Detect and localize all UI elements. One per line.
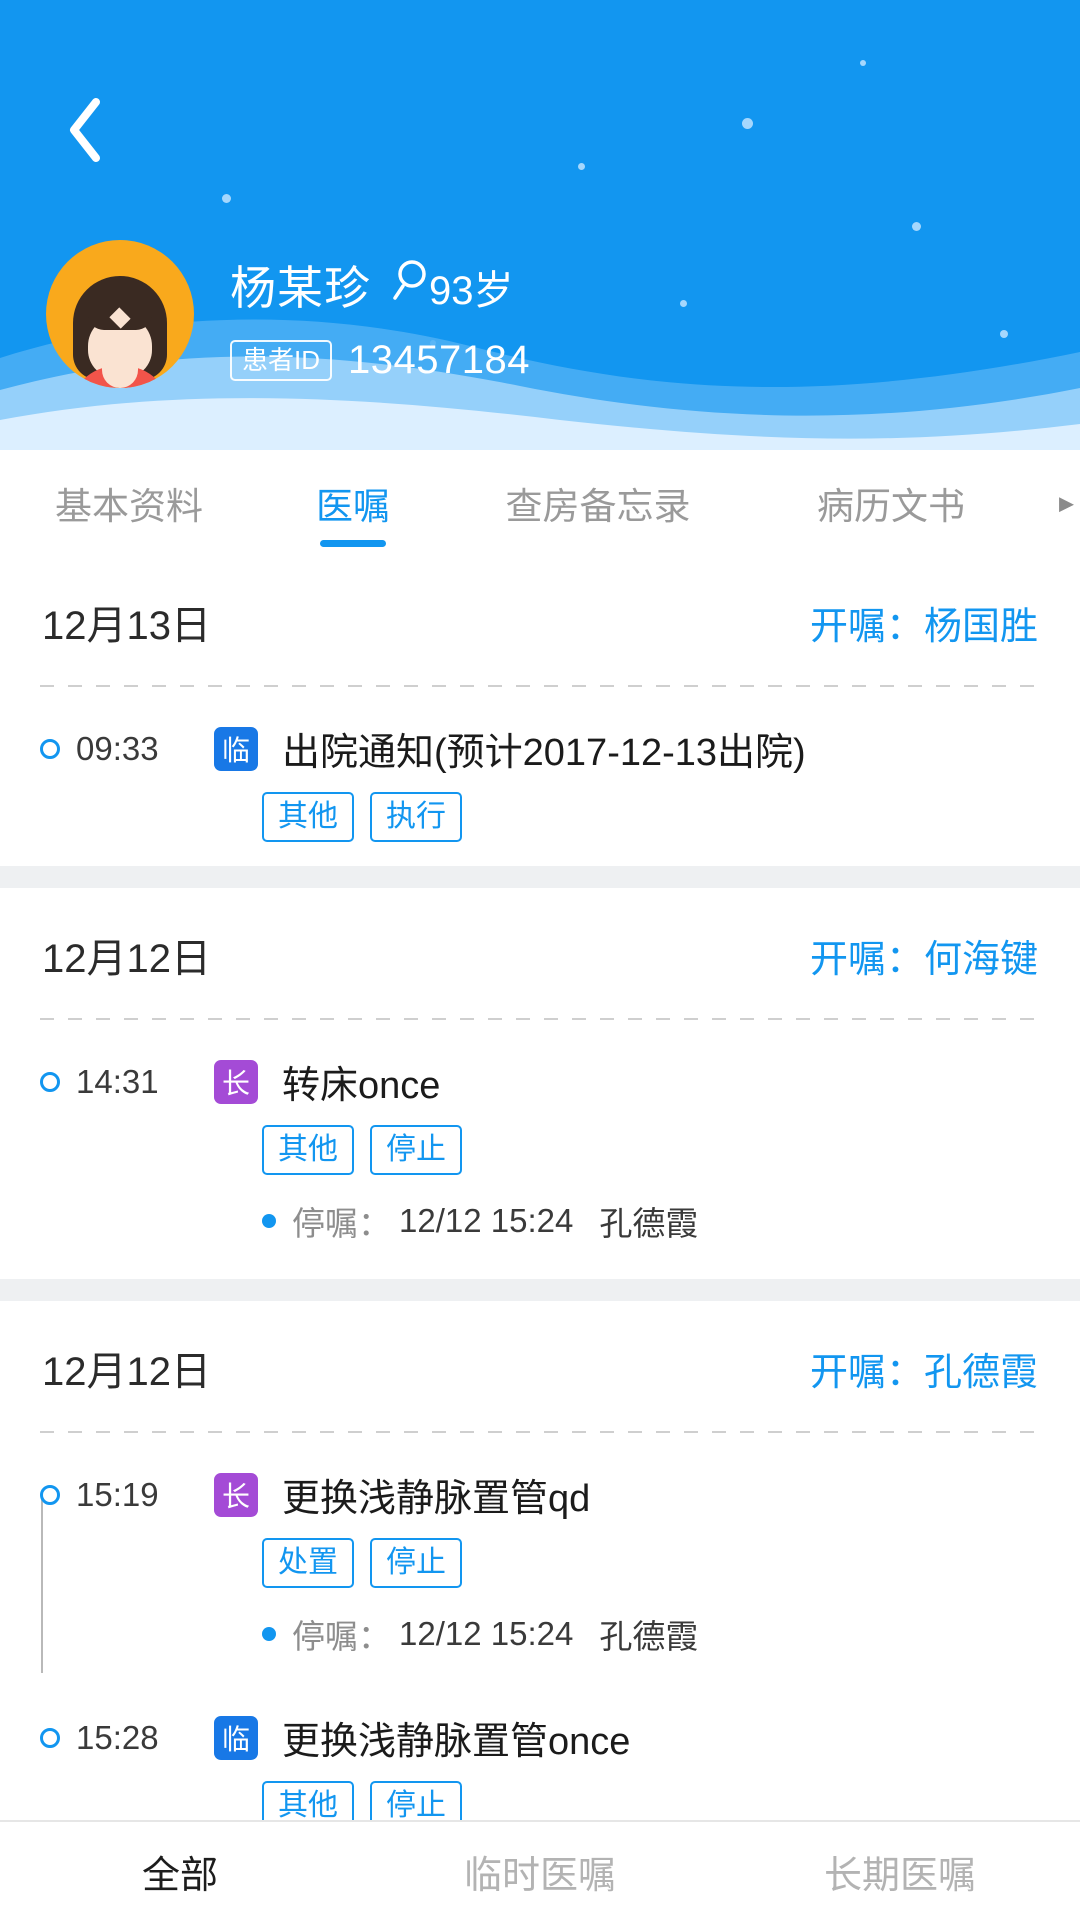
patient-id-chip-label: 患者ID	[230, 339, 333, 382]
timeline-dot-icon	[40, 738, 60, 759]
tabs-scroll-right-icon[interactable]: ▸	[1059, 485, 1074, 520]
patient-id-value: 13457184	[348, 338, 530, 382]
tab-label: 基本资料	[55, 485, 203, 527]
order-entry[interactable]: 14:31 长 转床once 其他 停止 停嘱： 12/12 15:24 孔德霞	[0, 1020, 1080, 1263]
stop-label: 停嘱：	[292, 1205, 391, 1242]
bullet-icon	[262, 1627, 276, 1641]
order-tag: 停止	[370, 1781, 462, 1820]
order-time: 09:33	[76, 729, 159, 767]
tab-medical-records[interactable]: 病历文书	[748, 450, 1034, 555]
tab-underline	[565, 540, 631, 547]
order-card: 12月13日 开嘱：杨国胜 09:33 临 出院通知(预计2017-12-13出…	[0, 555, 1080, 866]
patient-header: 杨某珍 93岁 患者ID 13457184	[0, 0, 1080, 450]
order-entry-main: 14:31 长 转床once	[40, 1054, 1040, 1109]
order-card-header: 12月12日 开嘱：何海键	[0, 888, 1080, 1018]
order-tags: 处置 停止	[262, 1538, 1040, 1588]
section-tabs[interactable]: 基本资料 医嘱 查房备忘录 病历文书 ▸	[0, 450, 1080, 555]
order-text: 转床once	[282, 1065, 441, 1107]
patient-id-line: 患者ID 13457184	[230, 338, 530, 383]
stop-datetime: 12/12 15:24	[399, 1202, 574, 1239]
order-card-date: 12月13日	[42, 604, 211, 648]
order-stop-info: 停嘱： 12/12 15:24 孔德霞	[262, 1197, 1040, 1245]
order-entry-main: 15:19 长 更换浅静脉置管qd	[40, 1467, 1040, 1522]
order-tag: 其他	[262, 1781, 354, 1820]
order-type-badge: 长	[214, 1059, 258, 1104]
filter-all[interactable]: 全部	[0, 1844, 360, 1899]
order-card-date: 12月12日	[42, 937, 211, 981]
order-entry[interactable]: 15:19 长 更换浅静脉置管qd 处置 停止 停嘱： 12/12 15:24 …	[0, 1433, 1080, 1676]
order-card-doctor-name: 何海键	[923, 938, 1038, 981]
order-stop-info: 停嘱： 12/12 15:24 孔德霞	[262, 1610, 1040, 1658]
order-tag: 停止	[370, 1538, 462, 1588]
stop-operator: 孔德霞	[599, 1618, 699, 1655]
order-card-doctor-name: 杨国胜	[923, 605, 1038, 648]
tab-underline	[96, 540, 162, 547]
filter-temporary-orders[interactable]: 临时医嘱	[360, 1844, 720, 1899]
order-entry-main: 09:33 临 出院通知(预计2017-12-13出院)	[40, 721, 1040, 776]
order-card: 12月12日 开嘱：何海键 14:31 长 转床once 其他 停止 停嘱： 1…	[0, 888, 1080, 1279]
order-type-badge: 长	[214, 1472, 258, 1517]
order-text: 更换浅静脉置管qd	[282, 1478, 591, 1520]
timeline-dot-icon	[40, 1071, 60, 1092]
patient-orders-screen: 杨某珍 93岁 患者ID 13457184 基本资料 医嘱 查房备忘录 病历文书…	[0, 0, 1080, 1920]
order-card-doctor-label: 开嘱：	[809, 938, 924, 981]
tab-label: 查房备忘录	[505, 485, 691, 527]
order-tag: 其他	[262, 1125, 354, 1175]
order-tags: 其他 停止	[262, 1125, 1040, 1175]
order-entry[interactable]: 15:28 临 更换浅静脉置管once 其他 停止 停嘱： 12/12 15:2…	[0, 1676, 1080, 1820]
patient-name: 杨某珍	[230, 262, 371, 314]
order-time: 15:19	[76, 1475, 159, 1513]
order-type-badge: 临	[214, 1715, 258, 1760]
order-card-doctor: 开嘱：杨国胜	[810, 595, 1038, 650]
tab-underline	[858, 540, 924, 547]
patient-summary: 杨某珍 93岁 患者ID 13457184	[46, 240, 530, 388]
order-card-doctor: 开嘱：孔德霞	[810, 1341, 1038, 1396]
stop-operator: 孔德霞	[599, 1205, 699, 1242]
female-symbol-icon	[393, 258, 427, 304]
order-card-date: 12月12日	[42, 1350, 211, 1394]
order-card-doctor: 开嘱：何海键	[810, 928, 1038, 983]
stop-datetime: 12/12 15:24	[399, 1615, 574, 1652]
order-text: 更换浅静脉置管once	[282, 1721, 631, 1763]
order-tag: 其他	[262, 792, 354, 842]
order-tag: 执行	[370, 792, 462, 842]
tab-label: 病历文书	[817, 485, 965, 527]
order-entries: 14:31 长 转床once 其他 停止 停嘱： 12/12 15:24 孔德霞	[0, 1020, 1080, 1269]
stop-label: 停嘱：	[292, 1618, 391, 1655]
patient-name-line: 杨某珍 93岁	[230, 252, 530, 318]
filter-long-term-orders[interactable]: 长期医嘱	[720, 1844, 1080, 1899]
order-tags: 其他 执行	[262, 792, 1040, 842]
order-card-doctor-label: 开嘱：	[809, 1351, 924, 1394]
patient-age: 93岁	[429, 269, 514, 313]
order-entries: 09:33 临 出院通知(预计2017-12-13出院) 其他 执行	[0, 687, 1080, 856]
order-entries: 15:19 长 更换浅静脉置管qd 处置 停止 停嘱： 12/12 15:24 …	[0, 1433, 1080, 1820]
order-text: 出院通知(预计2017-12-13出院)	[282, 732, 806, 774]
timeline-dot-icon	[40, 1484, 60, 1505]
order-card-header: 12月13日 开嘱：杨国胜	[0, 555, 1080, 685]
avatar	[46, 240, 194, 388]
tab-orders[interactable]: 医嘱	[258, 450, 448, 555]
order-time: 15:28	[76, 1718, 159, 1756]
order-card-doctor-name: 孔德霞	[923, 1351, 1038, 1394]
orders-list[interactable]: 12月13日 开嘱：杨国胜 09:33 临 出院通知(预计2017-12-13出…	[0, 555, 1080, 1820]
order-card: 12月12日 开嘱：孔德霞 15:19 长 更换浅静脉置管qd 处置 停止 停嘱…	[0, 1301, 1080, 1820]
order-filter-bar[interactable]: 全部 临时医嘱 长期医嘱	[0, 1820, 1080, 1920]
order-tag: 停止	[370, 1125, 462, 1175]
tab-basic-info[interactable]: 基本资料	[0, 450, 258, 555]
tab-label: 医嘱	[316, 485, 390, 527]
bullet-icon	[262, 1214, 276, 1228]
order-entry[interactable]: 09:33 临 出院通知(预计2017-12-13出院) 其他 执行	[0, 687, 1080, 850]
tab-underline	[320, 540, 386, 547]
order-tag: 处置	[262, 1538, 354, 1588]
order-type-badge: 临	[214, 726, 258, 771]
chevron-left-icon	[62, 94, 106, 166]
order-card-doctor-label: 开嘱：	[809, 605, 924, 648]
order-tags: 其他 停止	[262, 1781, 1040, 1820]
order-time: 14:31	[76, 1062, 159, 1100]
order-entry-main: 15:28 临 更换浅静脉置管once	[40, 1710, 1040, 1765]
tab-ward-round-memo[interactable]: 查房备忘录	[448, 450, 748, 555]
timeline-dot-icon	[40, 1727, 60, 1748]
back-button[interactable]	[44, 90, 124, 170]
order-card-header: 12月12日 开嘱：孔德霞	[0, 1301, 1080, 1431]
